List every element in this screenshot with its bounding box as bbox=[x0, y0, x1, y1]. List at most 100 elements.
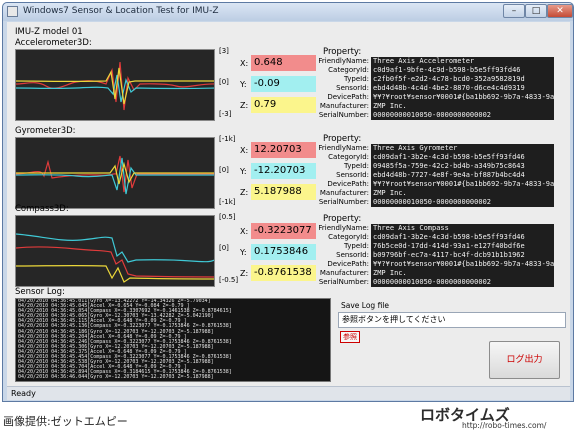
compass-sensorid-value: b09796bf-ec7a-4117-bc4f-dcb91b1b1962 bbox=[371, 251, 554, 260]
client-area: IMU-Z model 01 Accelerometer3D: [3] [0] … bbox=[7, 22, 570, 386]
image-credit: 画像提供:ゼットエムピー bbox=[3, 415, 128, 428]
gyrometer-z-value: 5.187988 bbox=[251, 184, 316, 200]
accelerometer-y-value: -0.09 bbox=[251, 76, 316, 92]
compass-y-line bbox=[16, 233, 214, 263]
gyrometer-plot bbox=[15, 137, 215, 209]
compass-typeid-label: TypeId: bbox=[344, 242, 369, 250]
compass-devicepath-value: ¥¥?¥root¥sensor¥0001#{ba1bb692-9b7a-4833… bbox=[371, 260, 554, 269]
gyrometer-z-label: Z: bbox=[240, 188, 249, 197]
accelerometer-categoryid-label: CategoryId: bbox=[328, 66, 369, 74]
compass-friendlyname-label: FriendlyName: bbox=[318, 224, 369, 232]
gyrometer-categoryid-value: cd09daf1-3b2e-4c3d-b598-b5e5ff93fd46 bbox=[371, 153, 554, 162]
accelerometer-sensorid-label: SensorId: bbox=[336, 84, 369, 92]
accelerometer-manufacturer-label: Manufacturer: bbox=[319, 102, 369, 110]
accelerometer-manufacturer-value: ZMP Inc. bbox=[371, 102, 554, 111]
save-log-path-field[interactable]: 参照ボタンを押してください bbox=[338, 312, 566, 328]
gyrometer-property-title: Property: bbox=[323, 134, 362, 144]
watermark-url: http://robo-times.com/ bbox=[462, 421, 547, 430]
gyrometer-devicepath-label: DevicePath: bbox=[327, 180, 369, 188]
compass-serialnumber-label: SerialNumber: bbox=[318, 278, 369, 286]
compass-typeid-value: 76b5ce0d-17dd-414d-93a1-e127f40bdf6e bbox=[371, 242, 554, 251]
gyrometer-serialnumber-label: SerialNumber: bbox=[318, 198, 369, 206]
compass-sensorid-label: SensorId: bbox=[336, 251, 369, 259]
compass-x-label: X: bbox=[240, 227, 249, 236]
model-label: IMU-Z model 01 bbox=[15, 27, 83, 37]
gyrometer-sensorid-label: SensorId: bbox=[336, 171, 369, 179]
accelerometer-y-label: Y: bbox=[240, 80, 247, 89]
compass-scale-mid: [0] bbox=[219, 244, 229, 252]
accelerometer-typeid-label: TypeId: bbox=[344, 75, 369, 83]
accelerometer-serialnumber-value: 00000000010050-0000000000002 bbox=[371, 111, 554, 120]
compass-scale-max: [0.5] bbox=[219, 213, 236, 221]
minimize-button[interactable]: – bbox=[503, 4, 525, 18]
sensor-log-list[interactable]: 04/20/2010 04:36:45.011[Gyro X=-13.42272… bbox=[15, 298, 331, 382]
save-log-label: Save Log file bbox=[341, 301, 389, 310]
compass-plot bbox=[15, 215, 215, 287]
browse-button[interactable]: 参照 bbox=[340, 331, 360, 343]
accelerometer-plot bbox=[15, 49, 215, 121]
gyrometer-friendlyname-label: FriendlyName: bbox=[318, 144, 369, 152]
gyrometer-y-line bbox=[16, 157, 214, 195]
accelerometer-sensorid-value: ebd4d48b-4c4d-4be2-8870-d6ce4c4d9319 bbox=[371, 84, 554, 93]
gyrometer-y-value: -12.20703 bbox=[251, 163, 316, 179]
window-title: Windows7 Sensor & Location Test for IMU-… bbox=[23, 6, 219, 16]
compass-manufacturer-value: ZMP Inc. bbox=[371, 269, 554, 278]
compass-scale-min: [-0.5] bbox=[219, 276, 239, 284]
accelerometer-friendlyname-label: FriendlyName: bbox=[318, 57, 369, 65]
accelerometer-x-value: 0.648 bbox=[251, 55, 316, 71]
accelerometer-friendlyname-value: Three Axis Accelerometer bbox=[371, 57, 554, 66]
compass-friendlyname-value: Three Axis Compass bbox=[371, 224, 554, 233]
gyrometer-friendlyname-value: Three Axis Gyrometer bbox=[371, 144, 554, 153]
compass-property-title: Property: bbox=[323, 214, 362, 224]
close-button[interactable]: ✕ bbox=[547, 4, 573, 18]
compass-manufacturer-label: Manufacturer: bbox=[319, 269, 369, 277]
gyrometer-scale-mid: [0] bbox=[219, 166, 229, 174]
accelerometer-scale-mid: [0] bbox=[219, 78, 229, 86]
accelerometer-z-label: Z: bbox=[240, 101, 249, 110]
log-output-button[interactable]: ログ出力 bbox=[489, 341, 560, 379]
status-bar: Ready bbox=[7, 386, 570, 400]
title-bar[interactable]: Windows7 Sensor & Location Test for IMU-… bbox=[3, 3, 573, 21]
compass-categoryid-value: cd09daf1-3b2e-4c3d-b598-b5e5ff93fd46 bbox=[371, 233, 554, 242]
gyrometer-x-value: 12.20703 bbox=[251, 142, 316, 158]
accelerometer-scale-min: [-3] bbox=[219, 110, 232, 118]
gyrometer-devicepath-value: ¥¥?¥root¥sensor¥0001#{ba1bb692-9b7a-4833… bbox=[371, 180, 554, 189]
app-icon bbox=[7, 6, 18, 17]
accelerometer-devicepath-label: DevicePath: bbox=[327, 93, 369, 101]
compass-y-value: 0.1753846 bbox=[251, 244, 316, 260]
accelerometer-svg bbox=[16, 61, 214, 111]
gyrometer-serialnumber-value: 00000000010050-0000000000002 bbox=[371, 198, 554, 207]
app-window: Windows7 Sensor & Location Test for IMU-… bbox=[2, 2, 574, 402]
compass-z-label: Z: bbox=[240, 269, 249, 278]
accelerometer-property-title: Property: bbox=[323, 47, 362, 57]
compass-x-value: -0.3223077 bbox=[251, 223, 316, 239]
compass-z-value: -0.8761538 bbox=[251, 265, 316, 281]
gyrometer-y-label: Y: bbox=[240, 167, 247, 176]
accelerometer-devicepath-value: ¥¥?¥root¥sensor¥0001#{ba1bb692-9b7a-4833… bbox=[371, 93, 554, 102]
gyrometer-categoryid-label: CategoryId: bbox=[328, 153, 369, 161]
watermark-logo: ロボタイムズ http://robo-times.com/ bbox=[418, 404, 574, 431]
compass-title: Compass3D: bbox=[15, 204, 69, 214]
gyrometer-scale-min: [-1k] bbox=[219, 198, 236, 206]
compass-serialnumber-value: 00000000010050-0000000000002 bbox=[371, 278, 554, 287]
gyrometer-typeid-label: TypeId: bbox=[344, 162, 369, 170]
accelerometer-title: Accelerometer3D: bbox=[15, 38, 92, 48]
accelerometer-x-line bbox=[16, 61, 214, 111]
gyrometer-manufacturer-label: Manufacturer: bbox=[319, 189, 369, 197]
gyrometer-scale-max: [-1k] bbox=[219, 135, 236, 143]
gyrometer-typeid-value: 09485f5a-759e-42c2-bd4b-a349b75c8643 bbox=[371, 162, 554, 171]
gyrometer-svg bbox=[16, 155, 214, 195]
accelerometer-z-value: 0.79 bbox=[251, 97, 316, 113]
accelerometer-typeid-value: c2fb0f5f-e2d2-4c78-bcd0-352a9582819d bbox=[371, 75, 554, 84]
accelerometer-serialnumber-label: SerialNumber: bbox=[318, 111, 369, 119]
sensor-log-title: Sensor Log: bbox=[15, 287, 65, 297]
accelerometer-x-label: X: bbox=[240, 59, 249, 68]
accelerometer-categoryid-value: c0d9af1-9bfe-4c9d-b598-b5e5ff93fd46 bbox=[371, 66, 554, 75]
gyrometer-manufacturer-value: ZMP Inc. bbox=[371, 189, 554, 198]
maximize-button[interactable]: □ bbox=[525, 4, 547, 18]
accelerometer-scale-max: [3] bbox=[219, 47, 229, 55]
gyrometer-title: Gyrometer3D: bbox=[15, 126, 76, 136]
compass-categoryid-label: CategoryId: bbox=[328, 233, 369, 241]
compass-devicepath-label: DevicePath: bbox=[327, 260, 369, 268]
gyrometer-x-label: X: bbox=[240, 146, 249, 155]
